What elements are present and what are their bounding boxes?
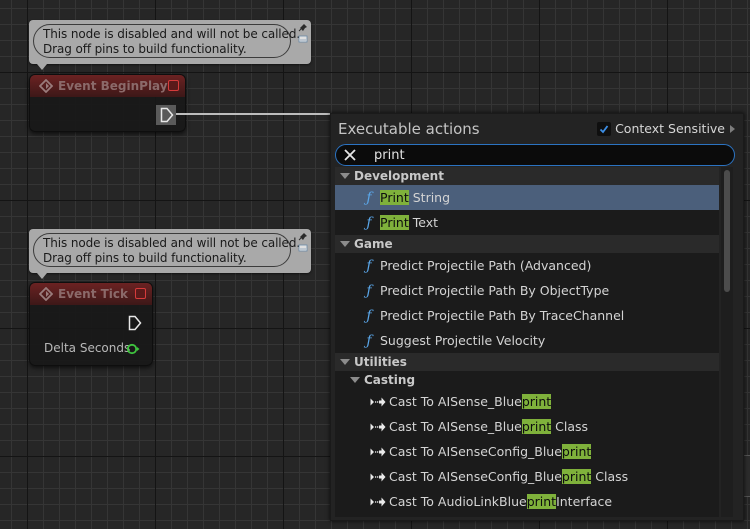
event-tick-node[interactable]: Event Tick Delta Seconds xyxy=(29,282,153,366)
action-item[interactable]: ƒ Suggest Projectile Velocity xyxy=(335,328,719,353)
delegate-pin-icon[interactable] xyxy=(135,288,146,299)
item-label: String xyxy=(408,190,451,205)
match-highlight: print xyxy=(561,444,592,459)
function-icon: ƒ xyxy=(366,257,372,274)
category-label: Casting xyxy=(364,373,416,387)
collapse-triangle-icon xyxy=(340,241,350,247)
node-title: Event Tick xyxy=(58,287,129,301)
cast-icon xyxy=(370,472,386,481)
cast-icon xyxy=(370,397,386,406)
category-development[interactable]: Development xyxy=(335,167,719,185)
match-highlight: Print xyxy=(380,190,409,205)
match-highlight: print xyxy=(521,419,552,434)
cast-icon xyxy=(370,497,386,506)
collapse-triangle-icon xyxy=(340,173,350,179)
blueprint-graph[interactable]: This node is disabled and will not be ca… xyxy=(0,0,750,529)
item-label: Predict Projectile Path By ObjectType xyxy=(380,283,610,298)
match-highlight: print xyxy=(521,394,552,409)
event-beginplay-node[interactable]: Event BeginPlay xyxy=(29,74,186,132)
node-title: Event BeginPlay xyxy=(58,79,168,93)
checkmark-icon xyxy=(599,124,609,133)
action-item[interactable]: Cast To AISenseConfig_Blue print xyxy=(335,439,719,464)
node-header: Event BeginPlay xyxy=(30,75,185,97)
category-label: Utilities xyxy=(354,355,407,369)
comment-line-1: This node is disabled and will not be ca… xyxy=(43,236,301,250)
clear-search-icon[interactable] xyxy=(343,148,357,162)
item-label: Cast To AudioLinkBlue xyxy=(389,494,527,509)
item-label: Cast To AISense_Blue xyxy=(389,394,522,409)
context-sensitive-label: Context Sensitive xyxy=(615,121,725,136)
disabled-node-comment: This node is disabled and will not be ca… xyxy=(29,20,311,70)
delta-seconds-label: Delta Seconds xyxy=(44,341,131,355)
search-input[interactable] xyxy=(374,147,714,163)
item-label-suffix: Class xyxy=(591,469,629,484)
exec-output-pin-icon[interactable] xyxy=(128,315,142,331)
category-game[interactable]: Game xyxy=(335,235,719,253)
function-icon: ƒ xyxy=(366,332,372,349)
cast-icon xyxy=(370,447,386,456)
comment-text: This node is disabled and will not be ca… xyxy=(33,233,301,267)
float-pin-icon[interactable] xyxy=(126,343,140,355)
action-item-print-text[interactable]: ƒ Print Text xyxy=(335,210,719,235)
context-sensitive-checkbox[interactable] xyxy=(597,121,612,136)
action-item[interactable]: Cast To AISenseConfig_Blue print Class xyxy=(335,464,719,489)
item-label: Cast To AISense_Blue xyxy=(389,419,522,434)
action-item[interactable]: Cast To AudioLinkBlue print Interface xyxy=(335,489,719,514)
exec-output-pin-icon[interactable] xyxy=(160,107,174,123)
action-item[interactable]: ƒ Predict Projectile Path By ObjectType xyxy=(335,278,719,303)
comment-line-1: This node is disabled and will not be ca… xyxy=(43,27,301,41)
search-box xyxy=(335,144,735,166)
action-item[interactable]: Cast To AISense_Blue print Class xyxy=(335,414,719,439)
context-sensitive-toggle[interactable]: Context Sensitive xyxy=(597,121,735,136)
disabled-node-comment: This node is disabled and will not be ca… xyxy=(29,229,311,279)
function-icon: ƒ xyxy=(366,282,372,299)
comment-text: This node is disabled and will not be ca… xyxy=(33,24,301,58)
category-label: Game xyxy=(354,237,393,251)
match-highlight: print xyxy=(526,494,557,509)
action-menu-title: Executable actions xyxy=(338,120,480,138)
item-label-suffix: Class xyxy=(551,419,589,434)
item-label: Suggest Projectile Velocity xyxy=(380,333,546,348)
function-icon: ƒ xyxy=(366,307,372,324)
item-label: Predict Projectile Path (Advanced) xyxy=(380,258,592,273)
comment-line-2: Drag off pins to build functionality. xyxy=(43,251,247,265)
collapse-triangle-icon xyxy=(340,359,350,365)
collapse-triangle-icon xyxy=(350,377,360,383)
action-menu: Executable actions Context Sensitive Dev… xyxy=(330,113,744,521)
scrollbar-thumb[interactable] xyxy=(724,170,730,292)
action-item-print-string[interactable]: ƒ Print String xyxy=(335,185,719,210)
exec-wire xyxy=(176,113,332,115)
action-item[interactable]: ƒ Predict Projectile Path By TraceChanne… xyxy=(335,303,719,328)
match-highlight: Print xyxy=(380,215,409,230)
item-label: Cast To AISenseConfig_Blue xyxy=(389,444,562,459)
item-label: Text xyxy=(408,215,439,230)
category-utilities[interactable]: Utilities xyxy=(335,353,719,371)
delegate-pin-icon[interactable] xyxy=(168,80,179,91)
cast-icon xyxy=(370,422,386,431)
expand-arrow-icon[interactable] xyxy=(730,124,735,133)
function-icon: ƒ xyxy=(366,214,372,231)
event-diamond-icon xyxy=(39,79,53,93)
pin-comment-icon[interactable] xyxy=(298,232,308,254)
action-item[interactable]: Cast To AISense_Blue print xyxy=(335,389,719,414)
list-scrollbar[interactable] xyxy=(721,167,733,517)
item-label: Predict Projectile Path By TraceChannel xyxy=(380,308,625,323)
action-list: Development ƒ Print String ƒ Print Text … xyxy=(335,167,719,517)
category-label: Development xyxy=(354,169,444,183)
item-label-suffix: Interface xyxy=(556,494,613,509)
node-header: Event Tick xyxy=(30,283,152,305)
comment-line-2: Drag off pins to build functionality. xyxy=(43,42,247,56)
pin-comment-icon[interactable] xyxy=(298,23,308,45)
action-item[interactable]: ƒ Predict Projectile Path (Advanced) xyxy=(335,253,719,278)
function-icon: ƒ xyxy=(366,189,372,206)
subcategory-casting[interactable]: Casting xyxy=(335,371,719,389)
match-highlight: print xyxy=(561,469,592,484)
event-diamond-icon xyxy=(39,287,53,301)
item-label: Cast To AISenseConfig_Blue xyxy=(389,469,562,484)
